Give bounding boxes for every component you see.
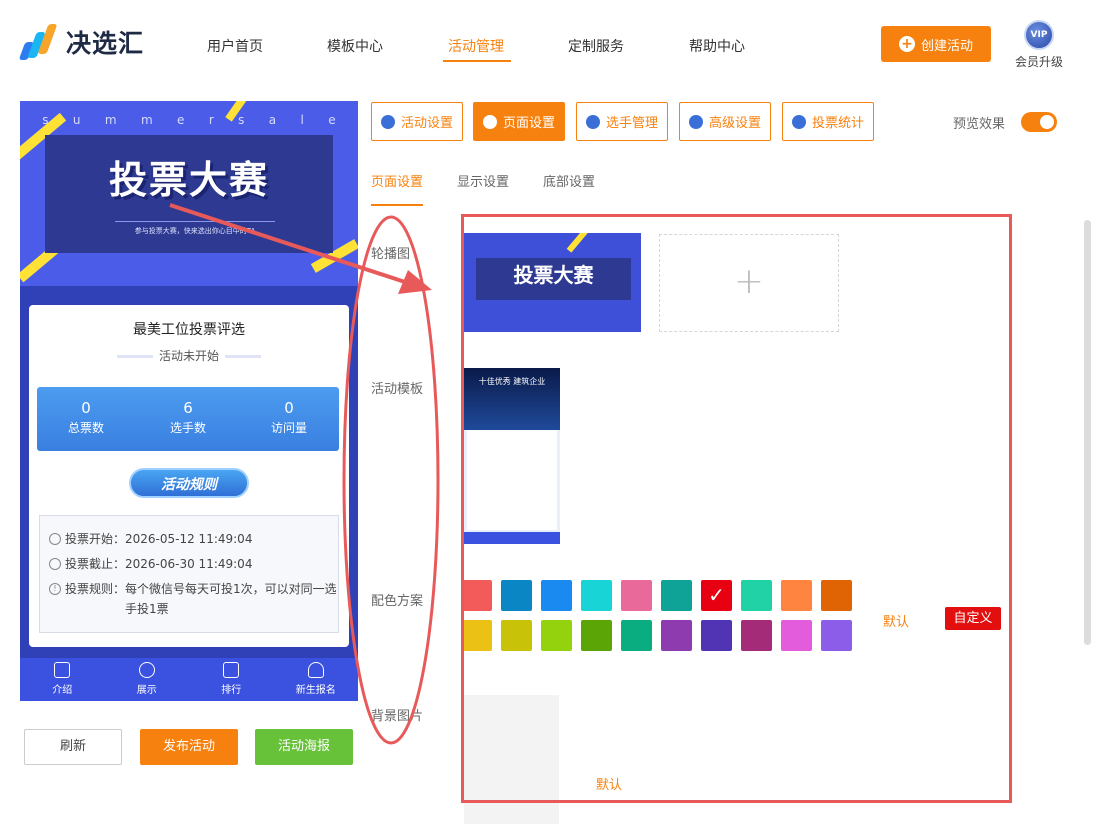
vip-upgrade-label: 会员升级 — [1014, 55, 1063, 69]
annotation-ellipse — [342, 215, 440, 745]
banner-subtitle: 参与投票大赛，快来选出你心目中的TA — [115, 221, 275, 236]
banner-letter: l — [300, 113, 304, 127]
nav-home[interactable]: 用户首页 — [207, 36, 263, 56]
activity-rules-button[interactable]: 活动规则 — [129, 468, 249, 498]
clock-icon — [49, 533, 61, 545]
stat-contestants: 6 选手数 — [169, 399, 206, 435]
template-label: 活动模板 — [371, 382, 424, 397]
info-icon: ! — [49, 583, 61, 595]
bar-chart-icon — [792, 114, 806, 129]
preview-toggle[interactable] — [1021, 112, 1057, 132]
banner-letters: summersale — [20, 113, 358, 127]
clock-icon — [49, 558, 61, 570]
tab-page-settings[interactable]: 页面设置 — [473, 102, 566, 141]
plus-icon: + — [898, 36, 915, 52]
tab-signup[interactable]: 新生报名 — [274, 658, 359, 701]
brand-logo[interactable]: 决选汇 — [18, 22, 144, 62]
gear-icon — [483, 114, 497, 129]
subtab-display[interactable]: 显示设置 — [457, 171, 509, 190]
vip-upgrade[interactable]: VIP 会员升级 — [1013, 20, 1065, 70]
activity-title: 最美工位投票评选 — [133, 322, 245, 338]
logo-mark-icon — [18, 22, 58, 62]
tab-ranking[interactable]: 排行 — [189, 658, 274, 701]
banner-letter: s — [238, 113, 245, 127]
subtab-page[interactable]: 页面设置 — [371, 171, 423, 190]
banner-letter: m — [140, 113, 153, 127]
refresh-button[interactable]: 刷新 — [24, 729, 122, 765]
banner-letter: r — [208, 113, 214, 127]
tab-intro[interactable]: 介绍 — [20, 658, 105, 701]
activity-info: 投票开始：2026-05-12 11:49:04 投票截止：2026-06-30… — [39, 515, 339, 633]
subtab-indicator — [371, 204, 423, 206]
carousel-label: 轮播图 — [371, 247, 411, 262]
tab-showcase[interactable]: 展示 — [105, 658, 190, 701]
tab-contestants[interactable]: 选手管理 — [576, 102, 669, 141]
showcase-icon — [138, 662, 155, 678]
user-icon — [307, 662, 324, 678]
stat-total-votes: 0 总票数 — [67, 399, 104, 435]
banner-title: 投票大赛 — [108, 158, 269, 202]
users-icon — [586, 114, 600, 129]
nav-help[interactable]: 帮助中心 — [689, 36, 745, 56]
banner-letter: e — [328, 113, 336, 127]
info-rule: ! 投票规则：每个微信号每天可投1次，可以对同一选 手投1票 — [49, 579, 337, 619]
banner-letter: m — [104, 113, 117, 127]
subtab-footer[interactable]: 底部设置 — [543, 171, 595, 190]
nav-custom-service[interactable]: 定制服务 — [568, 36, 624, 56]
poster-button[interactable]: 活动海报 — [255, 729, 353, 765]
preview-label: 预览效果 — [953, 117, 1006, 132]
nav-activity-management[interactable]: 活动管理 — [448, 36, 504, 56]
preview-card: 最美工位投票评选 活动未开始 0 总票数 6 选手数 0 访问量 活动规则 投票开始：… — [29, 305, 349, 647]
banner-board: 投票大赛 参与投票大赛，快来选出你心目中的TA — [45, 135, 333, 253]
stat-visits: 0 访问量 — [270, 399, 307, 435]
create-activity-button[interactable]: + 创建活动 — [881, 26, 991, 62]
activity-status: 活动未开始 — [29, 347, 349, 364]
banner-letter: a — [268, 113, 277, 127]
vip-badge-icon: VIP — [1024, 20, 1054, 50]
stats-panel: 0 总票数 6 选手数 0 访问量 — [37, 387, 339, 451]
preview-tabbar: 介绍 展示 排行 新生报名 — [20, 658, 358, 701]
mobile-preview: summersale 投票大赛 参与投票大赛，快来选出你心目中的TA 最美工位投… — [20, 101, 358, 701]
tab-statistics[interactable]: 投票统计 — [782, 102, 875, 141]
preview-banner: summersale 投票大赛 参与投票大赛，快来选出你心目中的TA — [20, 101, 358, 286]
info-end: 投票截止：2026-06-30 11:49:04 — [49, 554, 252, 574]
nav-templates[interactable]: 模板中心 — [327, 36, 383, 56]
tab-advanced[interactable]: 高级设置 — [679, 102, 772, 141]
tab-activity-settings[interactable]: 活动设置 — [371, 102, 464, 141]
info-start: 投票开始：2026-05-12 11:49:04 — [49, 529, 252, 549]
sliders-icon — [689, 114, 703, 129]
banner-letter: u — [72, 113, 81, 127]
brand-name: 决选汇 — [66, 29, 145, 58]
nav-active-indicator — [443, 60, 511, 62]
create-activity-label: 创建活动 — [920, 38, 973, 54]
highlight-box — [461, 214, 1012, 803]
star-icon — [381, 114, 395, 129]
annotation-arrow-head — [398, 270, 432, 294]
publish-button[interactable]: 发布活动 — [140, 729, 238, 765]
doc-icon — [54, 662, 71, 678]
banner-letter: e — [177, 113, 185, 127]
chart-icon — [223, 662, 240, 678]
color-scheme-label: 配色方案 — [371, 594, 424, 609]
background-label: 背景图片 — [371, 709, 424, 724]
scrollbar[interactable] — [1084, 220, 1091, 645]
